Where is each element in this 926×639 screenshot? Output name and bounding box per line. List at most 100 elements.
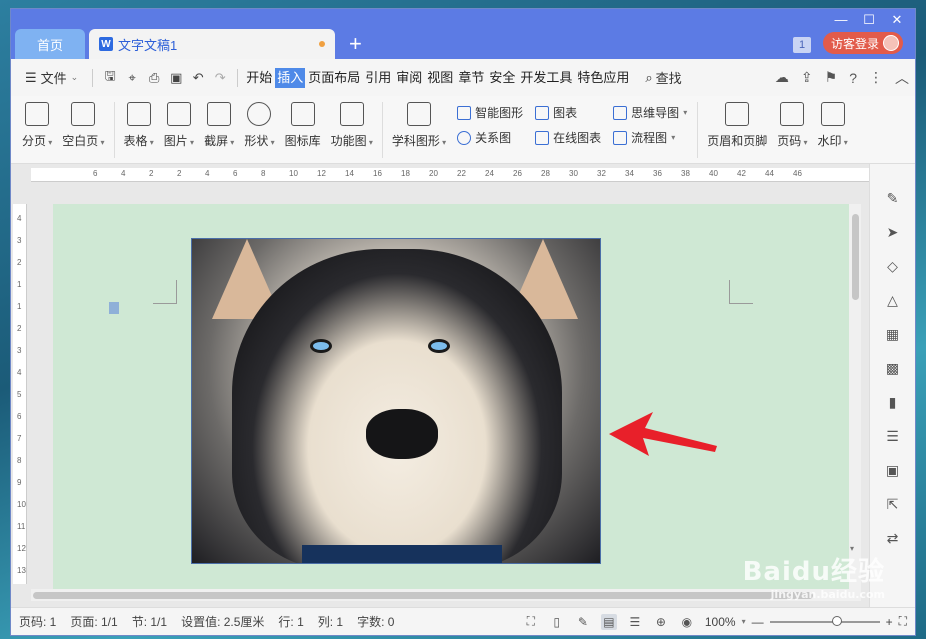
writer-doc-icon: W: [99, 37, 113, 51]
undo-icon[interactable]: ↶: [187, 67, 209, 89]
ribbon-button-header-footer[interactable]: 页眉和页脚: [702, 102, 772, 149]
settings-sliders-icon[interactable]: ☰: [883, 426, 903, 446]
ribbon-button-blank-page[interactable]: 空白页: [57, 102, 109, 158]
ribbon-button-label: 表格: [124, 132, 154, 149]
help-icon[interactable]: ?: [849, 70, 857, 86]
husky-photo[interactable]: [191, 238, 601, 564]
more-icon[interactable]: ⋮: [869, 69, 883, 86]
flowchart-button[interactable]: 流程图 ▾: [613, 129, 687, 146]
apps-icon[interactable]: ▩: [883, 358, 903, 378]
page-view-icon[interactable]: ▤: [600, 613, 617, 630]
menu-tab-1[interactable]: 插入: [275, 67, 306, 88]
search-button[interactable]: ⌕ 查找: [645, 68, 681, 87]
status-page-number[interactable]: 页码: 1: [19, 613, 56, 630]
status-setting[interactable]: 设置值: 2.5厘米: [181, 613, 264, 630]
web-view-icon[interactable]: ⊕: [653, 614, 669, 630]
collapse-ribbon-icon[interactable]: ︿: [895, 68, 909, 88]
horizontal-ruler[interactable]: 6 4 2 2 4 6 8 10 12 14 16 18 20 22 24 26 28 30 32 34 36 38 40 4…: [31, 168, 877, 182]
ribbon-button-screenshot[interactable]: 截屏: [199, 102, 239, 158]
ribbon-button-page-number[interactable]: 页码: [772, 102, 812, 149]
tab-home[interactable]: 首页: [15, 29, 85, 59]
menu-tab-0[interactable]: 开始: [244, 68, 274, 88]
horizontal-scrollbar-thumb[interactable]: [33, 592, 813, 599]
fullscreen-icon[interactable]: ⛶: [523, 614, 539, 630]
vertical-ruler[interactable]: 4 3 2 1 1 2 3 4 5 6 7 8 9 10 11 12 13: [13, 204, 27, 584]
paste-options-icon[interactable]: [109, 302, 119, 314]
chart-button[interactable]: 图表: [535, 104, 601, 121]
menu-tab-7[interactable]: 安全: [487, 68, 517, 88]
print-icon[interactable]: ⎙: [143, 67, 165, 89]
print-preview-icon[interactable]: ▣: [165, 67, 187, 89]
bar-chart-icon[interactable]: ▮: [883, 392, 903, 412]
zoom-slider[interactable]: [769, 615, 880, 626]
shape-library-icon[interactable]: ◇: [883, 256, 903, 276]
menu-tab-9[interactable]: 特色应用: [575, 68, 631, 88]
redo-icon[interactable]: ↷: [209, 67, 231, 89]
chevron-down-icon[interactable]: ▾: [742, 617, 746, 626]
write-mode-icon[interactable]: ✎: [575, 614, 591, 630]
document-page[interactable]: [53, 204, 849, 594]
minimize-icon[interactable]: —: [827, 12, 855, 28]
table-panel-icon[interactable]: ▦: [883, 324, 903, 344]
read-mode-icon[interactable]: ▯: [549, 614, 565, 630]
eye-protection-icon[interactable]: ◉: [679, 614, 695, 630]
ribbon-button-subject-graphics[interactable]: 学科图形: [387, 102, 451, 158]
save-icon[interactable]: 🖫: [99, 67, 121, 89]
collab-icon[interactable]: ⚑: [825, 69, 838, 86]
tab-document[interactable]: W 文字文稿1: [89, 29, 335, 59]
ribbon-button-picture[interactable]: 图片: [159, 102, 199, 158]
online-chart-button[interactable]: 在线图表: [535, 129, 601, 146]
pen-icon[interactable]: ✎: [883, 188, 903, 208]
translate-icon[interactable]: ⇄: [883, 528, 903, 548]
red-arrow-icon: [609, 412, 717, 456]
image-panel-icon[interactable]: ▣: [883, 460, 903, 480]
ribbon-button-shape[interactable]: 形状: [239, 102, 279, 158]
mind-map-button[interactable]: 思维导图 ▾: [613, 104, 687, 121]
ribbon-small-group-1: 智能图形 关系图: [451, 102, 529, 146]
ribbon-button-function-chart[interactable]: 功能图: [326, 102, 378, 158]
ruler-tick-label: 30: [569, 169, 578, 178]
guest-login-button[interactable]: 访客登录: [822, 32, 903, 54]
status-section[interactable]: 节: 1/1: [132, 613, 167, 630]
ribbon-button-icon-library[interactable]: 图标库: [280, 102, 326, 158]
cloud-sync-icon[interactable]: ☁: [775, 69, 789, 86]
zoom-level[interactable]: 100%: [705, 615, 736, 629]
tab-document-label: 文字文稿1: [118, 37, 178, 53]
menu-bar: ☰ 文件 ⌄ 🖫 ⌖ ⎙ ▣ ↶ ↷ 开始 插入 页面布局 引用 审阅 视图 章节 安全 开发工…: [11, 59, 915, 96]
export-icon[interactable]: ⇱: [883, 494, 903, 514]
fit-page-icon[interactable]: ⛶: [899, 614, 907, 629]
status-col[interactable]: 列: 1: [318, 613, 343, 630]
menu-tab-3[interactable]: 引用: [363, 68, 393, 88]
vertical-scrollbar-thumb[interactable]: [852, 214, 859, 300]
smart-graphic-button[interactable]: 智能图形: [457, 104, 523, 121]
window-count-badge[interactable]: 1: [793, 37, 811, 53]
zoom-slider-knob[interactable]: [831, 615, 842, 626]
vertical-scrollbar[interactable]: ▾: [849, 204, 861, 594]
zoom-in-icon[interactable]: +: [886, 615, 893, 629]
style-icon[interactable]: △: [883, 290, 903, 310]
horizontal-scrollbar[interactable]: [31, 589, 861, 601]
file-menu[interactable]: ☰ 文件 ⌄: [17, 68, 86, 87]
zoom-out-icon[interactable]: —: [752, 615, 764, 629]
ribbon-button-page-break[interactable]: 分页: [17, 102, 57, 158]
ribbon-button-table[interactable]: 表格: [119, 102, 159, 158]
menu-tab-5[interactable]: 视图: [425, 68, 455, 88]
ribbon-button-watermark[interactable]: 水印: [812, 102, 852, 149]
menu-tab-4[interactable]: 审阅: [394, 68, 424, 88]
maximize-icon[interactable]: ☐: [855, 12, 883, 28]
menu-tab-8[interactable]: 开发工具: [518, 68, 574, 88]
format-painter-icon[interactable]: ⌖: [121, 67, 143, 89]
close-icon[interactable]: ✕: [883, 12, 911, 28]
ruler-tick-label: 26: [513, 169, 522, 178]
status-pages[interactable]: 页面: 1/1: [70, 613, 117, 630]
dog-eye-right: [428, 339, 450, 353]
outline-view-icon[interactable]: ☰: [627, 614, 643, 630]
menu-tab-2[interactable]: 页面布局: [306, 68, 362, 88]
share-icon[interactable]: ⇪: [801, 69, 813, 86]
status-row[interactable]: 行: 1: [278, 613, 303, 630]
select-cursor-icon[interactable]: ➤: [883, 222, 903, 242]
status-word-count[interactable]: 字数: 0: [357, 613, 394, 630]
relation-chart-button[interactable]: 关系图: [457, 129, 523, 146]
menu-tab-6[interactable]: 章节: [456, 68, 486, 88]
new-tab-button[interactable]: +: [349, 33, 362, 55]
